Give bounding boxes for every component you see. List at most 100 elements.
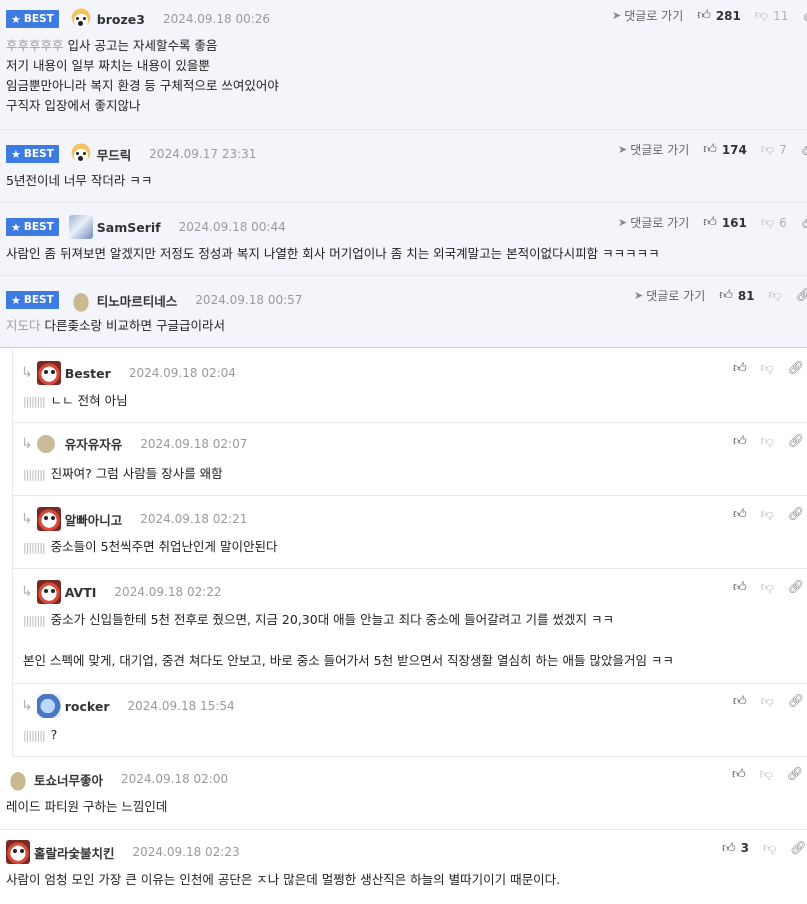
best-comment: ★ BEST broze3 2024.09.18 00:26 ➤ 댓글로 가기 👍︎…	[0, 0, 807, 130]
nickname[interactable]: 토쇼너무좋아	[34, 770, 103, 789]
reply-comment: ↳ rocker 2024.09.18 15:54 👍︎ 👎︎ 🔗︎ |||||…	[12, 684, 807, 757]
avatar[interactable]	[68, 7, 93, 31]
link-icon[interactable]: 🔗︎	[788, 435, 805, 448]
link-icon[interactable]: 🔗︎	[796, 289, 807, 302]
nickname[interactable]: Bester	[65, 366, 111, 381]
nickname[interactable]: 유자유자유	[65, 434, 123, 453]
dislike-button[interactable]: 👎︎	[761, 435, 774, 448]
reply-depth-marker: ||||||||	[23, 729, 46, 742]
like-button[interactable]: 👍︎ 81	[719, 289, 754, 303]
thumbs-down-icon: 👎︎	[760, 507, 774, 522]
goto-comment-link[interactable]: ➤ 댓글로 가기	[618, 214, 689, 231]
link-icon[interactable]: 🔗︎	[788, 581, 805, 594]
like-button[interactable]: 👍︎ 281	[697, 9, 741, 23]
like-button[interactable]: 👍︎ 161	[703, 216, 747, 230]
link-icon[interactable]: 🔗︎	[788, 508, 805, 521]
thumbs-down-icon: 👎︎	[754, 8, 769, 23]
goto-comment-link[interactable]: ➤ 댓글로 가기	[634, 287, 705, 304]
link-icon[interactable]: 🔗︎	[788, 695, 805, 708]
thumbs-up-icon: 👍︎	[722, 840, 736, 856]
avatar[interactable]	[36, 694, 61, 718]
link-icon[interactable]: 🔗︎	[801, 216, 807, 229]
thumbs-up-icon: 👍︎	[733, 434, 747, 449]
reply-comment: ↳ Bester 2024.09.18 02:04 👍︎ 👎︎ 🔗︎ |||||…	[12, 350, 807, 423]
like-button[interactable]: 👍︎	[733, 508, 747, 521]
thumbs-up-icon: 👍︎	[719, 288, 733, 303]
dislike-button[interactable]: 👎︎	[769, 289, 782, 302]
nickname[interactable]: broze3	[97, 12, 145, 27]
comment-body: 사람이 엄청 모인 가장 큰 이유는 인천에 공단은 ㅈ나 많은데 멀쩡한 생산…	[6, 872, 561, 887]
dislike-button[interactable]: 👎︎	[761, 362, 774, 375]
best-badge: ★ BEST	[6, 10, 59, 28]
avatar[interactable]	[68, 215, 93, 239]
comment-body: ||||||||?	[23, 727, 58, 742]
avatar[interactable]	[36, 580, 61, 604]
nickname[interactable]: 무드릭	[97, 145, 132, 164]
best-comment: ★ BEST 티노마르티네스 2024.09.18 00:57 ➤ 댓글로 가기 👍…	[0, 276, 807, 348]
link-icon[interactable]: 🔗︎	[802, 9, 807, 22]
comment-date: 2024.09.18 15:54	[127, 699, 235, 713]
link-icon[interactable]: 🔗︎	[790, 842, 807, 855]
nickname[interactable]: 알빠아니고	[65, 510, 123, 529]
like-button[interactable]: 👍︎	[732, 768, 746, 781]
thumbs-down-icon: 👎︎	[768, 288, 782, 303]
like-button[interactable]: 👍︎	[733, 581, 747, 594]
thumbs-down-icon: 👎︎	[760, 142, 775, 157]
star-icon: ★	[11, 293, 21, 307]
dislike-button[interactable]: 👎︎	[763, 842, 776, 855]
comment-date: 2024.09.18 00:26	[162, 12, 271, 26]
star-icon: ★	[11, 12, 21, 26]
nickname[interactable]: AVTI	[65, 585, 97, 600]
thumbs-down-icon: 👎︎	[760, 215, 775, 230]
comment-date: 2024.09.17 23:31	[149, 147, 257, 161]
reply-comment: ↳ 알빠아니고 2024.09.18 02:21 👍︎ 👎︎ 🔗︎ ||||||…	[12, 496, 807, 569]
like-button[interactable]: 👍︎	[733, 435, 747, 448]
comment-date: 2024.09.18 02:23	[132, 845, 240, 859]
comment-date: 2024.09.18 00:57	[195, 293, 303, 307]
goto-comment-link[interactable]: ➤ 댓글로 가기	[618, 141, 689, 158]
thumbs-down-icon: 👎︎	[760, 361, 774, 376]
reply-arrow-icon: ↳	[21, 435, 33, 452]
comment-body: 사람인 좀 뒤져보면 알겠지만 저정도 정성과 복지 나열한 회사 머기업이나 …	[6, 246, 660, 261]
nickname[interactable]: 티노마르티네스	[97, 291, 178, 310]
reply-arrow-icon: ↳	[21, 511, 33, 527]
avatar[interactable]	[36, 361, 61, 385]
dislike-button[interactable]: 👎︎ 7	[761, 143, 787, 157]
star-icon: ★	[11, 220, 21, 234]
thumbs-up-icon: 👍︎	[697, 8, 711, 23]
link-icon[interactable]: 🔗︎	[787, 768, 804, 781]
link-icon[interactable]: 🔗︎	[801, 143, 807, 156]
like-button[interactable]: 👍︎ 3	[722, 841, 749, 855]
like-button[interactable]: 👍︎	[733, 695, 747, 708]
like-button[interactable]: 👍︎	[733, 362, 747, 375]
dislike-button[interactable]: 👎︎ 6	[761, 216, 787, 230]
thumbs-up-icon: 👍︎	[733, 694, 747, 709]
avatar[interactable]	[36, 434, 55, 453]
avatar[interactable]	[6, 840, 30, 864]
avatar[interactable]	[68, 142, 93, 166]
avatar[interactable]	[6, 767, 30, 791]
comment-body: 레이드 파티원 구하는 느낌인데	[6, 799, 168, 814]
link-icon[interactable]: 🔗︎	[788, 362, 805, 375]
reply-depth-marker: ||||||||	[23, 614, 46, 627]
dislike-button[interactable]: 👎︎	[760, 768, 773, 781]
nickname[interactable]: SamSerif	[97, 220, 161, 235]
avatar[interactable]	[68, 288, 93, 312]
reply-arrow-icon: ↳	[21, 365, 33, 381]
nickname[interactable]: rocker	[65, 699, 110, 714]
dislike-button[interactable]: 👎︎	[761, 695, 774, 708]
dislike-button[interactable]: 👎︎ 11	[755, 9, 788, 23]
comment-body: 지도다 다른좆소랑 비교하면 구글급이라서	[6, 318, 225, 333]
dislike-button[interactable]: 👎︎	[761, 508, 774, 521]
goto-comment-link[interactable]: ➤ 댓글로 가기	[612, 7, 683, 24]
comment-date: 2024.09.18 00:44	[178, 220, 286, 234]
like-button[interactable]: 👍︎ 174	[703, 143, 747, 157]
comment-body: 후후후후후 입사 공고는 자세할수록 좋음 저기 내용이 일부 짜치는 내용이 …	[6, 38, 279, 113]
thumbs-up-icon: 👍︎	[703, 215, 717, 230]
star-icon: ★	[11, 147, 21, 161]
dislike-button[interactable]: 👎︎	[761, 581, 774, 594]
thumbs-down-icon: 👎︎	[760, 694, 774, 709]
avatar[interactable]	[36, 507, 61, 531]
reply-depth-marker: ||||||||	[23, 541, 46, 554]
nickname[interactable]: 홀랄라숯불치킨	[34, 843, 115, 862]
